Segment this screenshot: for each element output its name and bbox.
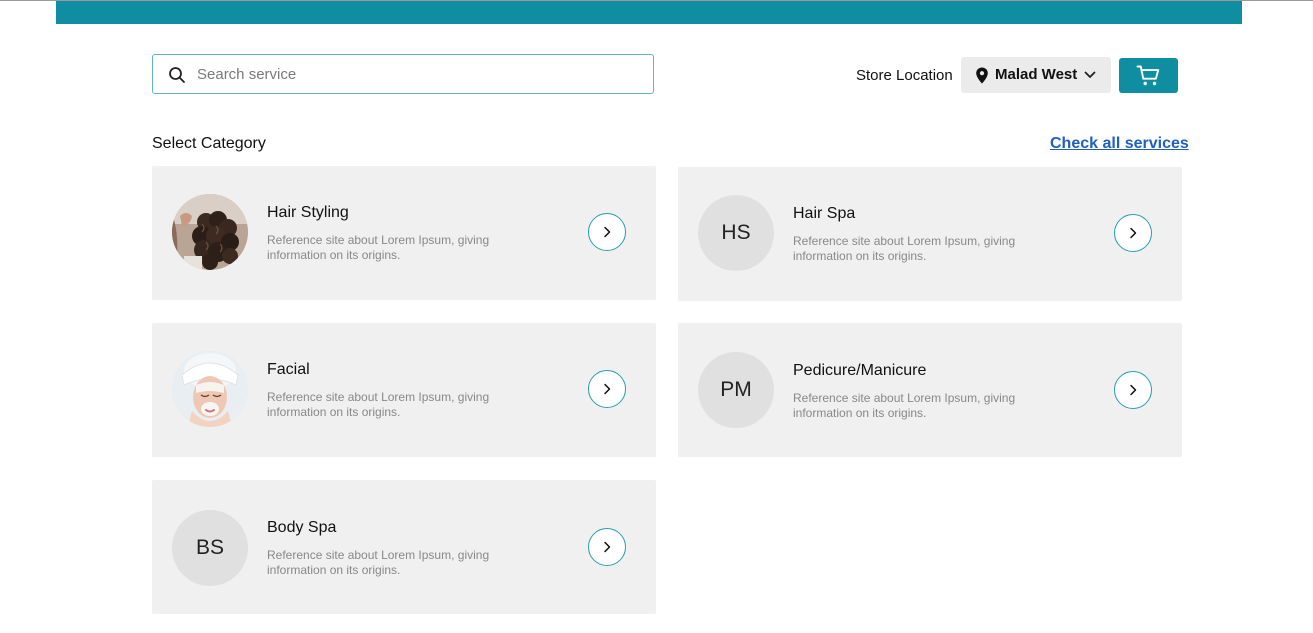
chevron-right-icon bbox=[604, 226, 611, 238]
store-location-value: Malad West bbox=[995, 66, 1078, 83]
category-card-pedicure-manicure[interactable]: PM Pedicure/Manicure Reference site abou… bbox=[678, 323, 1182, 457]
category-title: Pedicure/Manicure bbox=[793, 362, 927, 379]
chevron-right-icon bbox=[604, 541, 611, 553]
cart-button[interactable] bbox=[1119, 58, 1178, 93]
hair-styling-photo bbox=[172, 194, 248, 270]
category-card-hair-spa[interactable]: HS Hair Spa Reference site about Lorem I… bbox=[678, 167, 1182, 301]
category-title: Hair Styling bbox=[267, 204, 349, 221]
category-card-facial[interactable]: Facial Reference site about Lorem Ipsum,… bbox=[152, 323, 656, 457]
location-pin-icon bbox=[976, 67, 988, 84]
avatar-initials-text: BS bbox=[195, 536, 224, 559]
category-description: Reference site about Lorem Ipsum, giving… bbox=[267, 390, 490, 419]
open-category-button[interactable] bbox=[588, 213, 626, 251]
avatar-initials-text: HS bbox=[721, 221, 751, 244]
open-category-button[interactable] bbox=[588, 370, 626, 408]
chevron-right-icon bbox=[604, 383, 611, 395]
section-title: Select Category bbox=[152, 135, 266, 152]
search-input[interactable] bbox=[197, 55, 637, 93]
category-description: Reference site about Lorem Ipsum, giving… bbox=[793, 391, 1016, 420]
category-card-hair-styling[interactable]: Hair Styling Reference site about Lorem … bbox=[152, 166, 656, 300]
category-avatar-initials: PM bbox=[698, 352, 774, 428]
check-all-services-link[interactable]: Check all services bbox=[1050, 134, 1189, 153]
category-title: Facial bbox=[267, 361, 310, 378]
chevron-right-icon bbox=[1130, 384, 1137, 396]
search-box[interactable] bbox=[152, 54, 654, 94]
facial-photo bbox=[172, 351, 248, 427]
category-avatar-initials: HS bbox=[698, 195, 774, 271]
cart-icon bbox=[1136, 65, 1160, 86]
category-avatar-photo bbox=[172, 194, 248, 270]
category-title: Body Spa bbox=[267, 519, 337, 536]
open-category-button[interactable] bbox=[1114, 371, 1152, 409]
category-description: Reference site about Lorem Ipsum, giving… bbox=[267, 548, 490, 577]
search-icon bbox=[169, 67, 185, 83]
store-location-label: Store Location bbox=[856, 67, 953, 84]
chevron-down-icon bbox=[1084, 71, 1096, 78]
open-category-button[interactable] bbox=[1114, 214, 1152, 252]
avatar-initials-text: PM bbox=[720, 378, 752, 401]
chevron-right-icon bbox=[1130, 227, 1137, 239]
store-location-dropdown[interactable]: Malad West bbox=[961, 57, 1111, 93]
category-card-body-spa[interactable]: BS Body Spa Reference site about Lorem I… bbox=[152, 480, 656, 614]
category-description: Reference site about Lorem Ipsum, giving… bbox=[793, 234, 1016, 263]
top-accent-bar bbox=[56, 1, 1242, 24]
category-avatar-photo bbox=[172, 351, 248, 427]
category-title: Hair Spa bbox=[793, 205, 856, 222]
category-description: Reference site about Lorem Ipsum, giving… bbox=[267, 233, 490, 262]
category-avatar-initials: BS bbox=[172, 510, 248, 586]
open-category-button[interactable] bbox=[588, 528, 626, 566]
